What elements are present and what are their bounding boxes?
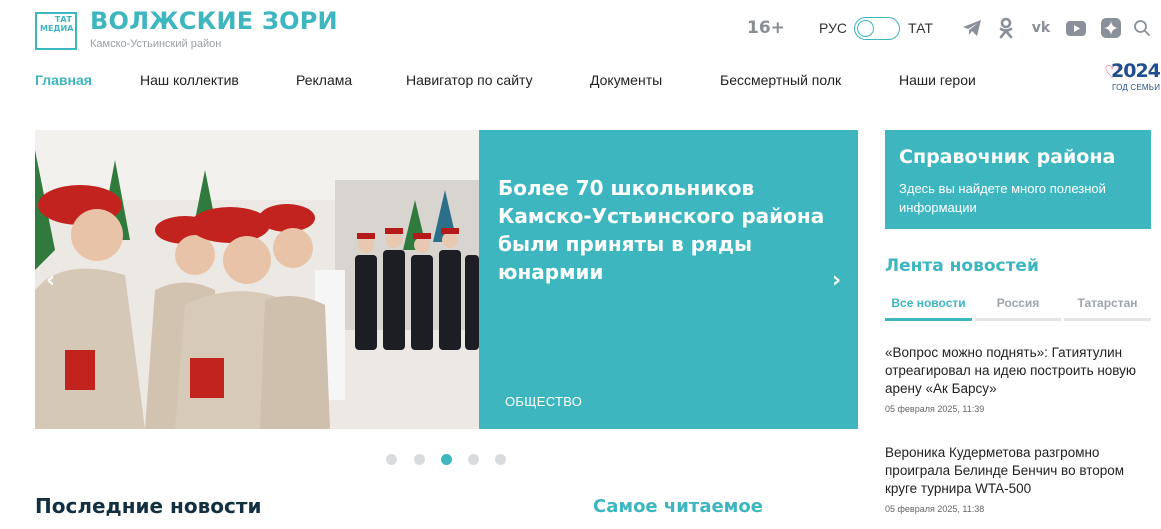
district-guide-banner[interactable]: Справочник района Здесь вы найдете много… xyxy=(885,130,1151,229)
tatmedia-logo[interactable]: ТАТ МЕДИА xyxy=(35,12,77,50)
news-slider[interactable]: ‹ Более 70 школьников Камско-Устьинского… xyxy=(35,130,858,429)
slider-prev-button[interactable]: ‹ xyxy=(46,268,55,293)
site-subtitle: Камско-Устьинский район xyxy=(90,38,222,50)
logo-bottom-text: МЕДИА xyxy=(40,24,74,33)
main-navigation: Главная Наш коллектив Реклама Навигатор … xyxy=(0,72,1161,92)
nav-item-home[interactable]: Главная xyxy=(35,72,92,88)
slide-title[interactable]: Более 70 школьников Камско-Устьинского р… xyxy=(498,174,838,286)
toggle-knob xyxy=(857,20,874,37)
tab-russia[interactable]: Россия xyxy=(975,294,1061,321)
year-of-family-logo[interactable]: ♡ 2024 ГОД СЕМЬИ xyxy=(1104,60,1161,96)
nav-item-team[interactable]: Наш коллектив xyxy=(140,72,239,88)
news-date: 05 февраля 2025, 11:38 xyxy=(885,504,985,514)
year-caption: ГОД СЕМЬИ xyxy=(1112,83,1161,92)
slide-caption-panel[interactable]: Более 70 школьников Камско-Устьинского р… xyxy=(479,130,858,429)
news-feed-heading: Лента новостей xyxy=(885,256,1039,276)
cadets-photo-illustration xyxy=(35,130,479,429)
nav-item-heroes[interactable]: Наши герои xyxy=(899,72,976,88)
search-icon[interactable] xyxy=(1131,17,1153,39)
nav-item-documents[interactable]: Документы xyxy=(590,72,662,88)
slide-category[interactable]: ОБЩЕСТВО xyxy=(505,394,582,409)
tab-tatarstan[interactable]: Татарстан xyxy=(1064,294,1151,321)
lang-tat-label[interactable]: ТАТ xyxy=(908,20,933,36)
nav-item-navigator[interactable]: Навигатор по сайту xyxy=(406,72,533,88)
slider-dot-active[interactable] xyxy=(441,454,452,465)
slider-dot[interactable] xyxy=(414,454,425,465)
nav-item-ads[interactable]: Реклама xyxy=(296,72,352,88)
slider-dot[interactable] xyxy=(386,454,397,465)
guide-title: Справочник района xyxy=(899,146,1116,168)
language-toggle[interactable] xyxy=(854,17,900,40)
site-title[interactable]: ВОЛЖСКИЕ ЗОРИ xyxy=(90,7,338,35)
slider-dot[interactable] xyxy=(495,454,506,465)
slide-photo[interactable]: ‹ xyxy=(35,130,479,429)
most-read-heading: Самое читаемое xyxy=(593,496,763,517)
age-rating: 16+ xyxy=(747,18,785,38)
list-item[interactable]: «Вопрос можно поднять»: Гатиятулин отреа… xyxy=(885,344,1151,414)
tab-all-news[interactable]: Все новости xyxy=(885,294,972,321)
latest-news-heading: Последние новости xyxy=(35,494,262,518)
vk-icon[interactable]: vk xyxy=(1030,17,1052,39)
odnoklassniki-icon[interactable] xyxy=(995,17,1017,39)
year-number: 2024 xyxy=(1111,60,1161,82)
list-item[interactable]: Вероника Кудерметова разгромно проиграла… xyxy=(885,444,1151,514)
slider-dot[interactable] xyxy=(468,454,479,465)
logo-top-text: ТАТ xyxy=(54,15,72,24)
youtube-icon[interactable] xyxy=(1065,17,1087,39)
news-date: 05 февраля 2025, 11:39 xyxy=(885,404,985,414)
slider-next-button[interactable]: › xyxy=(832,268,841,293)
lang-ru-label[interactable]: РУС xyxy=(819,20,847,36)
news-headline[interactable]: Вероника Кудерметова разгромно проиграла… xyxy=(885,444,1151,498)
news-headline[interactable]: «Вопрос можно поднять»: Гатиятулин отреа… xyxy=(885,344,1151,398)
telegram-icon[interactable] xyxy=(961,17,983,39)
zen-icon[interactable] xyxy=(1100,17,1122,39)
guide-text: Здесь вы найдете много полезной информац… xyxy=(899,181,1106,215)
nav-item-immortal-regiment[interactable]: Бессмертный полк xyxy=(720,72,841,88)
news-feed-tabs: Все новости Россия Татарстан xyxy=(885,294,1151,322)
